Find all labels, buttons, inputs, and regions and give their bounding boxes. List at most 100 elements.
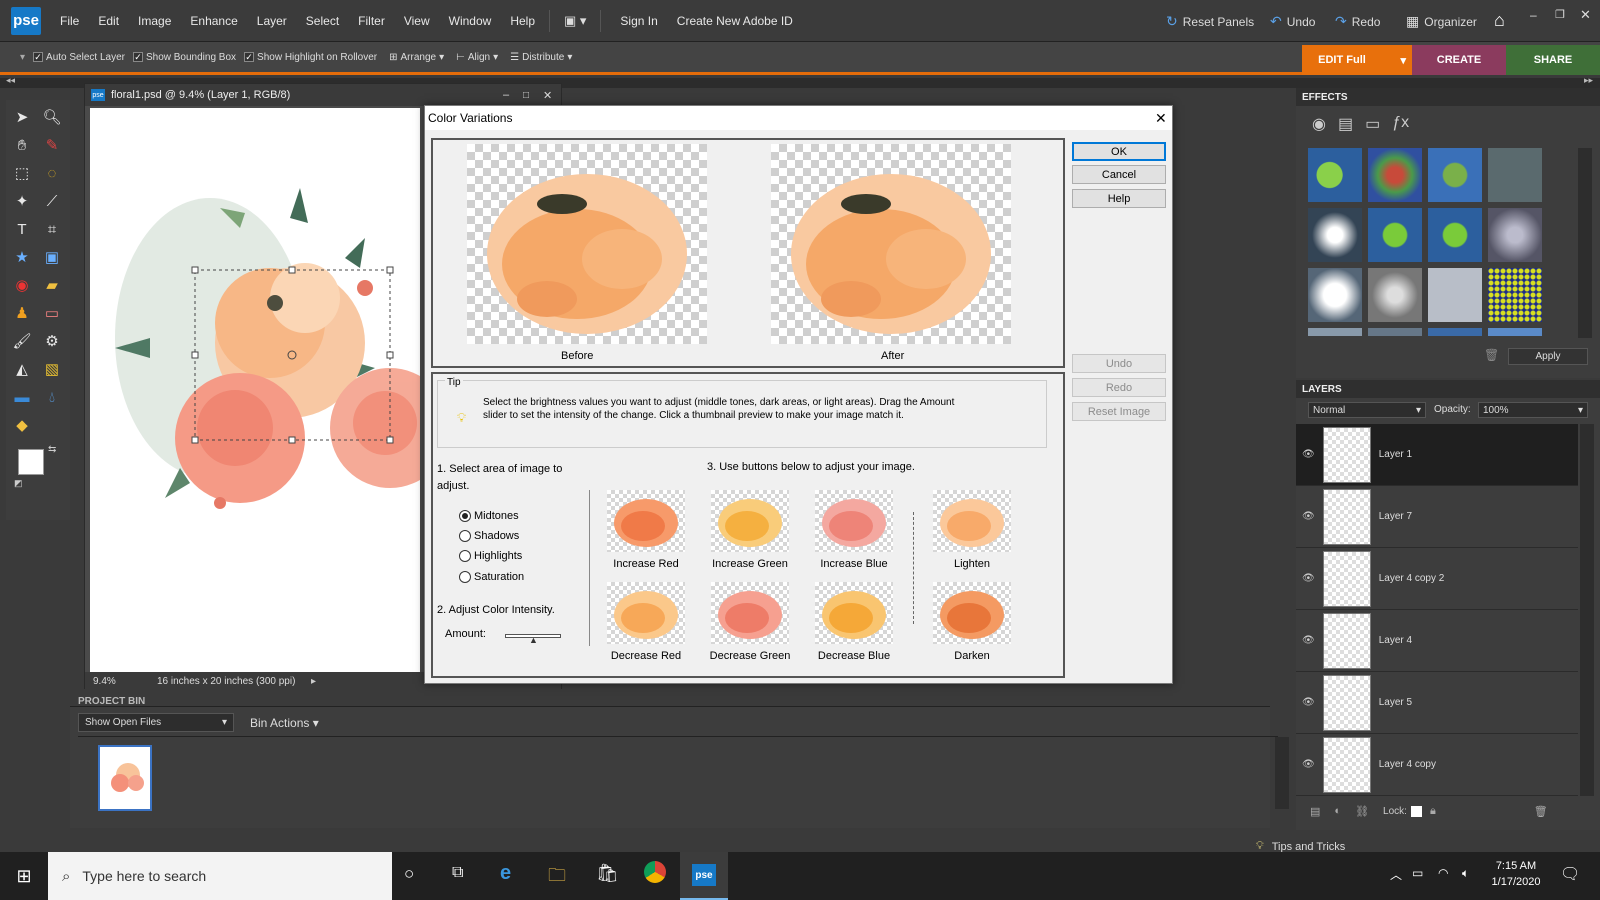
bin-scrollbar[interactable] [1275,737,1289,809]
blend-mode-dropdown[interactable]: Normal ▾ [1308,402,1426,418]
minimize-icon[interactable]: – [1530,8,1537,22]
effect-thumbnail[interactable] [1488,208,1542,262]
all-effects-category-icon[interactable]: ƒx [1392,114,1409,134]
menu-view[interactable]: View [404,14,430,28]
microsoft-store-icon[interactable]: 🛍︎ [596,863,619,884]
image-canvas[interactable] [90,108,420,673]
sign-in-link[interactable]: Sign In [620,14,657,28]
battery-icon[interactable]: ▭ [1412,866,1423,880]
task-view-icon[interactable]: ⧉ [452,864,463,882]
apply-button[interactable]: Apply [1508,348,1588,365]
default-colors-icon[interactable]: ◩ [14,478,23,489]
effect-thumbnail[interactable] [1488,328,1542,336]
layer-row[interactable]: 👁︎ Layer 4 copy 2 [1296,548,1578,610]
menu-select[interactable]: Select [306,14,339,28]
clone-stamp-tool-icon[interactable]: ♟ [10,302,34,324]
chrome-browser-icon[interactable] [644,861,666,883]
layer-row[interactable]: 👁︎ Layer 4 [1296,610,1578,672]
lock-all-icon[interactable]: 🔒︎ [1430,805,1436,818]
menu-enhance[interactable]: Enhance [190,14,237,28]
workspace-layout-icon[interactable]: ▣ ▾ [564,13,586,29]
effect-thumbnail[interactable] [1308,268,1362,322]
photo-effects-category-icon[interactable]: ▭ [1365,114,1380,134]
bin-show-dropdown[interactable]: Show Open Files ▾ [78,713,234,732]
increase-red-thumbnail[interactable] [607,490,685,552]
hand-tool-icon[interactable]: ✋︎ [10,134,34,156]
menu-window[interactable]: Window [449,14,492,28]
highlight-checkbox[interactable]: ✓ Show Highlight on Rollover [244,52,377,63]
arrange-dropdown[interactable]: ⊞ Arrange ▾ [389,52,444,63]
file-explorer-icon[interactable]: 🗀︎ [548,863,566,893]
show-hidden-icons[interactable]: ︿ [1390,866,1402,883]
increase-green-thumbnail[interactable] [711,490,789,552]
increase-blue-thumbnail[interactable] [815,490,893,552]
paint-bucket-tool-icon[interactable]: ◭ [10,358,34,380]
shape-tool-icon[interactable]: ▬ [10,386,34,408]
cookie-cutter-tool-icon[interactable]: ★ [10,246,34,268]
organizer-button[interactable]: ▦ Organizer [1406,13,1477,30]
reset-image-button[interactable]: Reset Image [1072,402,1166,421]
home-icon[interactable]: ⌂ [1494,10,1518,32]
reset-panels-button[interactable]: ↻ Reset Panels [1166,13,1254,30]
new-layer-icon[interactable]: ▤ [1310,805,1320,818]
zoom-tool-icon[interactable]: 🔍︎ [40,106,64,128]
effects-scrollbar[interactable] [1578,148,1592,338]
tab-create[interactable]: CREATE [1412,45,1506,75]
cancel-button[interactable]: Cancel [1072,165,1166,184]
create-id-link[interactable]: Create New Adobe ID [677,14,793,28]
volume-icon[interactable]: 🔈︎ [1462,866,1469,881]
collapse-left-icon[interactable]: ◂◂ [6,75,15,86]
layer-row[interactable]: 👁︎ Layer 7 [1296,486,1578,548]
effect-thumbnail[interactable] [1368,268,1422,322]
bounding-box-checkbox[interactable]: ✓ Show Bounding Box [132,52,236,63]
windows-start-icon[interactable]: ⊞ [0,852,48,900]
dialog-undo-button[interactable]: Undo [1072,354,1166,373]
effect-thumbnail[interactable] [1368,148,1422,202]
bin-thumbnail-floral[interactable] [98,745,152,811]
lighten-thumbnail[interactable] [933,490,1011,552]
crop-tool-icon[interactable]: ⌗ [40,218,64,240]
swap-colors-icon[interactable]: ⇆ [48,444,56,455]
effect-thumbnail[interactable] [1308,208,1362,262]
status-menu-arrow-icon[interactable]: ▸ [311,676,316,687]
gradient-tool-icon[interactable]: ▧ [40,358,64,380]
effect-thumbnail[interactable] [1428,328,1482,336]
healing-brush-tool-icon[interactable]: ▰ [40,274,64,296]
dialog-close-icon[interactable]: ✕ [1155,110,1167,127]
document-title-bar[interactable]: pse floral1.psd @ 9.4% (Layer 1, RGB/8) … [85,84,561,106]
menu-file[interactable]: File [60,14,79,28]
decrease-red-thumbnail[interactable] [607,582,685,644]
notifications-icon[interactable]: 🗨︎ [1560,864,1580,884]
eye-visibility-icon[interactable]: 👁︎ [1302,449,1315,460]
effect-thumbnail[interactable] [1428,208,1482,262]
doc-close-icon[interactable]: ✕ [543,89,552,102]
cortana-icon[interactable]: ○ [404,864,414,884]
effect-thumbnail[interactable] [1428,268,1482,322]
effect-thumbnail[interactable] [1368,328,1422,336]
tab-edit-full[interactable]: EDIT Full ▾ [1302,45,1412,75]
wifi-icon[interactable]: ◠ [1438,866,1448,880]
doc-minimize-icon[interactable]: – [503,89,509,101]
layer-row[interactable]: 👁︎ Layer 1 [1296,424,1578,486]
ok-button[interactable]: OK [1072,142,1166,161]
undo-button[interactable]: ↶ Undo [1270,13,1315,30]
dialog-redo-button[interactable]: Redo [1072,378,1166,397]
eye-visibility-icon[interactable]: 👁︎ [1302,759,1315,770]
eye-visibility-icon[interactable]: 👁︎ [1302,511,1315,522]
opacity-field[interactable]: 100% ▾ [1478,402,1588,418]
recompose-tool-icon[interactable]: ▣ [40,246,64,268]
eye-visibility-icon[interactable]: 👁︎ [1302,697,1315,708]
effect-thumbnail[interactable] [1308,328,1362,336]
adjustment-layer-icon[interactable]: ◐ [1334,805,1341,817]
bin-actions-menu[interactable]: Bin Actions ▾ [250,716,319,730]
delete-layer-icon[interactable]: 🗑︎ [1534,805,1548,818]
radio-saturation[interactable]: Saturation [459,571,524,583]
effect-thumbnail[interactable] [1488,148,1542,202]
layer-row[interactable]: 👁︎ Layer 4 copy [1296,734,1578,796]
radio-highlights[interactable]: Highlights [459,550,522,562]
move-tool-icon[interactable]: ➤ [10,106,34,128]
amount-slider-thumb[interactable]: ▲ [529,635,538,645]
menu-filter[interactable]: Filter [358,14,385,28]
quick-selection-tool-icon[interactable]: ⟋ [40,190,64,212]
darken-thumbnail[interactable] [933,582,1011,644]
